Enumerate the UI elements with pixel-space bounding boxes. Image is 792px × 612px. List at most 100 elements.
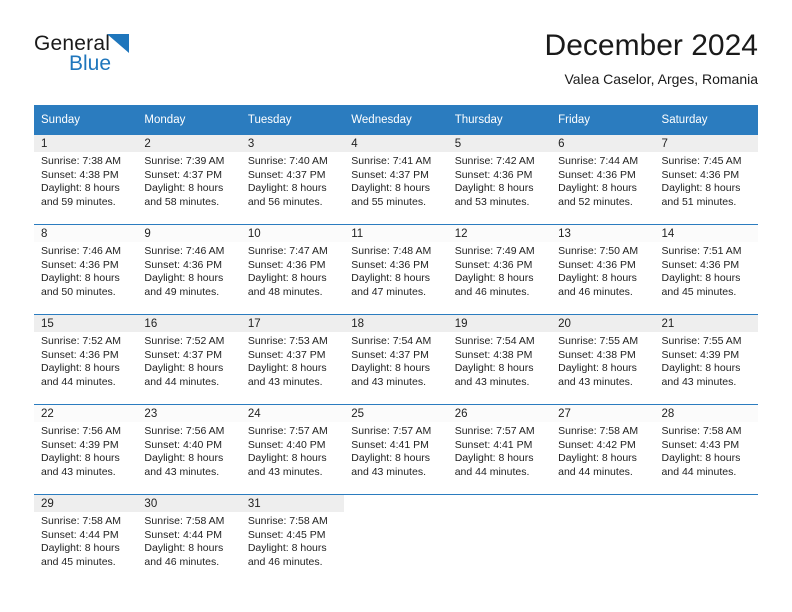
day-details: Sunrise: 7:45 AM Sunset: 4:36 PM Daylight:…: [655, 152, 758, 209]
day-number: 29: [34, 495, 138, 512]
daylight-text-line1: Daylight: 8 hours: [247, 272, 327, 285]
weekday-header-saturday: Saturday: [654, 105, 758, 135]
calendar-day-cell[interactable]: 26 Sunrise: 7:57 AM Sunset: 4:41 PM Dayligh…: [447, 404, 552, 495]
daylight-text-line1: Daylight: 8 hours: [144, 542, 224, 555]
calendar-day-cell[interactable]: 31 Sunrise: 7:58 AM Sunset: 4:45 PM Dayligh…: [240, 494, 345, 584]
daylight-text-line1: Daylight: 8 hours: [247, 362, 327, 375]
calendar-day-cell[interactable]: 15 Sunrise: 7:52 AM Sunset: 4:36 PM Dayligh…: [34, 314, 138, 405]
day-details: Sunrise: 7:57 AM Sunset: 4:41 PM Daylight:…: [344, 422, 447, 479]
daylight-text-line1: Daylight: 8 hours: [454, 182, 534, 195]
day-cell-inner: 16 Sunrise: 7:52 AM Sunset: 4:37 PM Dayligh…: [137, 315, 241, 404]
daylight-text-line2: and 43 minutes.: [558, 375, 633, 388]
calendar-day-cell[interactable]: 2 Sunrise: 7:39 AM Sunset: 4:37 PM Daylight…: [137, 134, 241, 225]
calendar-day-cell[interactable]: 9 Sunrise: 7:46 AM Sunset: 4:36 PM Daylight…: [137, 224, 241, 315]
daylight-text-line1: Daylight: 8 hours: [41, 272, 120, 285]
calendar-day-cell[interactable]: 4 Sunrise: 7:41 AM Sunset: 4:37 PM Daylight…: [344, 134, 448, 225]
calendar-table: Sunday Monday Tuesday Wednesday Thursday…: [34, 105, 758, 584]
calendar-day-cell[interactable]: 28 Sunrise: 7:58 AM Sunset: 4:43 PM Dayligh…: [654, 404, 758, 495]
calendar-day-cell[interactable]: 6 Sunrise: 7:44 AM Sunset: 4:36 PM Daylight…: [551, 134, 655, 225]
calendar-day-cell[interactable]: 27 Sunrise: 7:58 AM Sunset: 4:42 PM Dayligh…: [551, 404, 655, 495]
weekday-header-tuesday: Tuesday: [240, 105, 345, 135]
calendar-day-cell[interactable]: 1 Sunrise: 7:38 AM Sunset: 4:38 PM Daylight…: [34, 134, 138, 225]
calendar-day-cell[interactable]: 5 Sunrise: 7:42 AM Sunset: 4:36 PM Daylight…: [447, 134, 552, 225]
page-title: December 2024: [544, 29, 758, 62]
calendar-day-cell[interactable]: 3 Sunrise: 7:40 AM Sunset: 4:37 PM Daylight…: [240, 134, 345, 225]
calendar-day-cell[interactable]: 10 Sunrise: 7:47 AM Sunset: 4:36 PM Dayligh…: [240, 224, 345, 315]
calendar-day-cell[interactable]: 30 Sunrise: 7:58 AM Sunset: 4:44 PM Dayligh…: [137, 494, 241, 584]
day-details: [551, 512, 654, 515]
calendar-week-row: 8 Sunrise: 7:46 AM Sunset: 4:36 PM Daylight…: [34, 224, 758, 315]
daylight-text-line1: Daylight: 8 hours: [144, 452, 224, 465]
sunrise-text: Sunrise: 7:38 AM: [41, 155, 121, 167]
sunset-text: Sunset: 4:41 PM: [454, 438, 533, 451]
day-details: Sunrise: 7:58 AM Sunset: 4:45 PM Daylight:…: [241, 512, 344, 569]
day-details: Sunrise: 7:51 AM Sunset: 4:36 PM Daylight:…: [655, 242, 758, 299]
daylight-text-line1: Daylight: 8 hours: [41, 542, 120, 555]
sunset-text: Sunset: 4:36 PM: [247, 258, 326, 271]
calendar-day-cell[interactable]: 14 Sunrise: 7:51 AM Sunset: 4:36 PM Dayligh…: [654, 224, 758, 315]
calendar-day-cell[interactable]: 24 Sunrise: 7:57 AM Sunset: 4:40 PM Dayligh…: [240, 404, 345, 495]
calendar-day-cell[interactable]: 12 Sunrise: 7:49 AM Sunset: 4:36 PM Dayligh…: [447, 224, 552, 315]
daylight-text-line1: Daylight: 8 hours: [558, 362, 637, 375]
calendar-day-cell[interactable]: 19 Sunrise: 7:54 AM Sunset: 4:38 PM Dayligh…: [447, 314, 552, 405]
daylight-text-line2: and 59 minutes.: [41, 195, 116, 208]
daylight-text-line1: Daylight: 8 hours: [661, 272, 741, 285]
calendar-cell-empty: [447, 494, 552, 584]
daylight-text-line2: and 55 minutes.: [351, 195, 426, 208]
day-number: 30: [137, 495, 241, 512]
sunrise-text: Sunrise: 7:58 AM: [41, 515, 121, 527]
day-cell-inner: 18 Sunrise: 7:54 AM Sunset: 4:37 PM Dayligh…: [344, 315, 448, 404]
sunset-text: Sunset: 4:44 PM: [41, 528, 119, 541]
day-cell-inner: 31 Sunrise: 7:58 AM Sunset: 4:45 PM Dayligh…: [240, 495, 345, 584]
sunset-text: Sunset: 4:38 PM: [454, 348, 533, 361]
calendar-day-cell[interactable]: 21 Sunrise: 7:55 AM Sunset: 4:39 PM Dayligh…: [654, 314, 758, 405]
daylight-text-line2: and 45 minutes.: [41, 555, 116, 568]
calendar-day-cell[interactable]: 11 Sunrise: 7:48 AM Sunset: 4:36 PM Dayligh…: [344, 224, 448, 315]
day-details: Sunrise: 7:58 AM Sunset: 4:44 PM Daylight:…: [34, 512, 137, 569]
day-number: 9: [137, 225, 241, 242]
sunset-text: Sunset: 4:41 PM: [351, 438, 429, 451]
calendar-day-cell[interactable]: 22 Sunrise: 7:56 AM Sunset: 4:39 PM Dayligh…: [34, 404, 138, 495]
day-cell-inner: 26 Sunrise: 7:57 AM Sunset: 4:41 PM Dayligh…: [447, 405, 552, 494]
sunrise-text: Sunrise: 7:56 AM: [41, 425, 121, 437]
calendar-day-cell[interactable]: 16 Sunrise: 7:52 AM Sunset: 4:37 PM Dayligh…: [137, 314, 241, 405]
calendar-day-cell[interactable]: 18 Sunrise: 7:54 AM Sunset: 4:37 PM Dayligh…: [344, 314, 448, 405]
sunset-text: Sunset: 4:37 PM: [247, 168, 326, 181]
day-number: [655, 495, 758, 512]
calendar-day-cell[interactable]: 29 Sunrise: 7:58 AM Sunset: 4:44 PM Dayligh…: [34, 494, 138, 584]
sunrise-text: Sunrise: 7:57 AM: [351, 425, 432, 437]
calendar-day-cell[interactable]: 7 Sunrise: 7:45 AM Sunset: 4:36 PM Daylight…: [654, 134, 758, 225]
day-details: Sunrise: 7:55 AM Sunset: 4:38 PM Daylight:…: [551, 332, 654, 389]
calendar-day-cell[interactable]: 20 Sunrise: 7:55 AM Sunset: 4:38 PM Dayligh…: [551, 314, 655, 405]
day-details: Sunrise: 7:48 AM Sunset: 4:36 PM Daylight:…: [344, 242, 447, 299]
day-cell-inner: 10 Sunrise: 7:47 AM Sunset: 4:36 PM Dayligh…: [240, 225, 345, 314]
sunset-text: Sunset: 4:36 PM: [144, 258, 223, 271]
calendar-header-row: Sunday Monday Tuesday Wednesday Thursday…: [34, 105, 758, 135]
generalblue-logo[interactable]: General Blue: [34, 32, 214, 88]
day-cell-inner: 23 Sunrise: 7:56 AM Sunset: 4:40 PM Dayligh…: [137, 405, 241, 494]
calendar-day-cell[interactable]: 23 Sunrise: 7:56 AM Sunset: 4:40 PM Dayligh…: [137, 404, 241, 495]
calendar-day-cell[interactable]: 25 Sunrise: 7:57 AM Sunset: 4:41 PM Dayligh…: [344, 404, 448, 495]
calendar-day-cell[interactable]: 8 Sunrise: 7:46 AM Sunset: 4:36 PM Daylight…: [34, 224, 138, 315]
sunrise-text: Sunrise: 7:58 AM: [661, 425, 742, 437]
day-cell-inner: 19 Sunrise: 7:54 AM Sunset: 4:38 PM Dayligh…: [447, 315, 552, 404]
day-details: Sunrise: 7:56 AM Sunset: 4:39 PM Daylight:…: [34, 422, 137, 479]
daylight-text-line2: and 47 minutes.: [351, 285, 426, 298]
daylight-text-line1: Daylight: 8 hours: [247, 542, 327, 555]
calendar-day-cell[interactable]: 13 Sunrise: 7:50 AM Sunset: 4:36 PM Dayligh…: [551, 224, 655, 315]
day-number: 19: [447, 315, 552, 332]
daylight-text-line2: and 44 minutes.: [454, 465, 530, 478]
daylight-text-line1: Daylight: 8 hours: [558, 272, 637, 285]
calendar-week-row: 22 Sunrise: 7:56 AM Sunset: 4:39 PM Dayligh…: [34, 404, 758, 495]
weekday-header-monday: Monday: [137, 105, 241, 135]
sunrise-text: Sunrise: 7:48 AM: [351, 245, 432, 257]
day-details: Sunrise: 7:58 AM Sunset: 4:43 PM Daylight:…: [655, 422, 758, 479]
day-cell-inner: 8 Sunrise: 7:46 AM Sunset: 4:36 PM Daylight…: [34, 225, 138, 314]
page-header: General Blue December 2024 Valea Caselor…: [34, 28, 758, 96]
daylight-text-line2: and 46 minutes.: [558, 285, 633, 298]
day-cell-inner: 7 Sunrise: 7:45 AM Sunset: 4:36 PM Daylight…: [654, 135, 758, 224]
day-details: Sunrise: 7:39 AM Sunset: 4:37 PM Daylight:…: [137, 152, 240, 209]
calendar-day-cell[interactable]: 17 Sunrise: 7:53 AM Sunset: 4:37 PM Dayligh…: [240, 314, 345, 405]
daylight-text-line1: Daylight: 8 hours: [41, 182, 120, 195]
daylight-text-line2: and 53 minutes.: [454, 195, 530, 208]
